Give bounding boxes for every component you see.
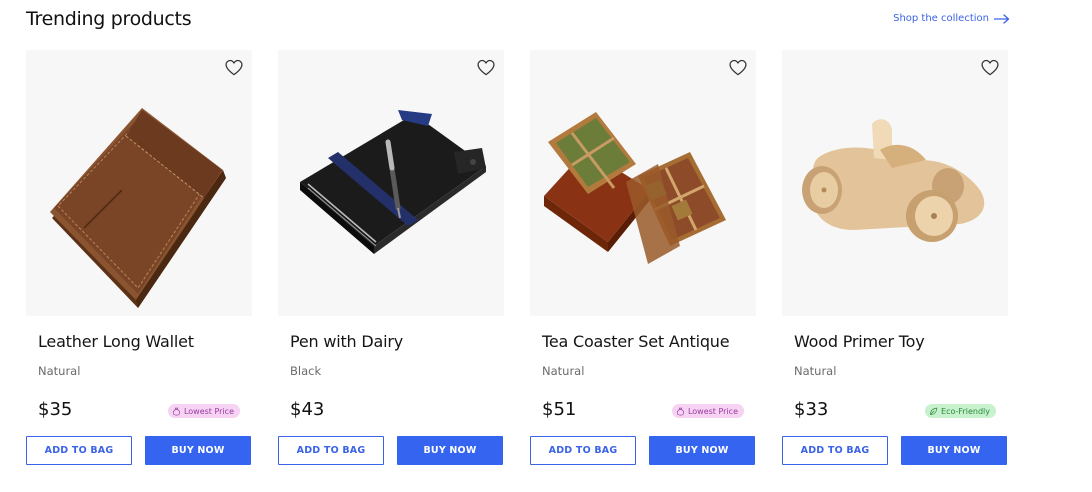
shop-collection-link[interactable]: Shop the collection (893, 13, 1010, 24)
pen-diary-image (300, 110, 486, 254)
product-name[interactable]: Wood Primer Toy (794, 332, 925, 351)
product-variant: Natural (38, 364, 81, 378)
leaf-icon (930, 407, 938, 415)
product-variant: Natural (794, 364, 837, 378)
badge-label: Lowest Price (687, 406, 738, 416)
money-bag-icon (676, 407, 684, 415)
product-grid: Leather Long Wallet Natural $35 Lowest P… (26, 50, 1010, 470)
product-image-wrapper[interactable] (26, 50, 252, 316)
badge-label: Lowest Price (183, 406, 234, 416)
heart-icon[interactable] (728, 58, 748, 78)
product-image-wrapper[interactable] (530, 50, 756, 316)
product-image-wrapper[interactable] (782, 50, 1008, 316)
product-price: $35 (38, 399, 73, 420)
section-header: Trending products Shop the collection (26, 8, 1010, 34)
product-price: $51 (542, 399, 577, 420)
product-card: Wood Primer Toy Natural $33 Eco-Friendly… (782, 50, 1008, 470)
product-variant: Natural (542, 364, 585, 378)
buy-now-button[interactable]: BUY NOW (901, 436, 1007, 465)
lowest-price-badge: Lowest Price (671, 404, 744, 418)
add-to-bag-button[interactable]: ADD TO BAG (26, 436, 132, 465)
money-bag-icon (172, 407, 180, 415)
product-name[interactable]: Pen with Dairy (290, 332, 403, 351)
product-price: $33 (794, 399, 829, 420)
shop-collection-label: Shop the collection (893, 13, 989, 24)
leather-wallet-image (50, 108, 226, 308)
product-price: $43 (290, 399, 325, 420)
product-card: Leather Long Wallet Natural $35 Lowest P… (26, 50, 252, 470)
add-to-bag-button[interactable]: ADD TO BAG (782, 436, 888, 465)
buy-now-button[interactable]: BUY NOW (397, 436, 503, 465)
buy-now-button[interactable]: BUY NOW (649, 436, 755, 465)
product-card: Tea Coaster Set Antique Natural $51 Lowe… (530, 50, 756, 470)
arrow-right-icon (994, 13, 1010, 24)
heart-icon[interactable] (980, 58, 1000, 78)
add-to-bag-button[interactable]: ADD TO BAG (530, 436, 636, 465)
heart-icon[interactable] (476, 58, 496, 78)
product-image-wrapper[interactable] (278, 50, 504, 316)
add-to-bag-button[interactable]: ADD TO BAG (278, 436, 384, 465)
eco-friendly-badge: Eco-Friendly (925, 404, 996, 418)
section-title: Trending products (26, 8, 192, 30)
product-variant: Black (290, 364, 322, 378)
tea-coaster-set-image (544, 112, 726, 264)
wooden-toy-car-image (802, 119, 985, 242)
product-name[interactable]: Leather Long Wallet (38, 332, 194, 351)
heart-icon[interactable] (224, 58, 244, 78)
product-name[interactable]: Tea Coaster Set Antique (542, 332, 730, 351)
badge-label: Eco-Friendly (941, 406, 990, 416)
lowest-price-badge: Lowest Price (167, 404, 240, 418)
product-card: Pen with Dairy Black $43 ADD TO BAG BUY … (278, 50, 504, 470)
buy-now-button[interactable]: BUY NOW (145, 436, 251, 465)
